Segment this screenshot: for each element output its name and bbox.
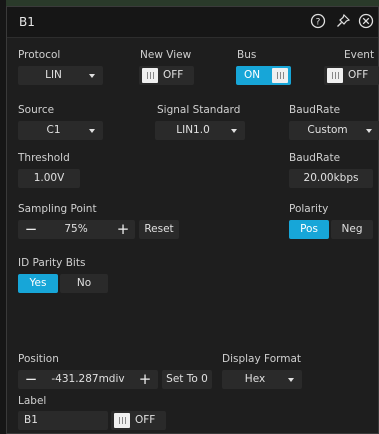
toggle-knob: [142, 68, 158, 83]
chevron-down-icon: [366, 129, 372, 133]
reset-button[interactable]: Reset: [139, 220, 179, 239]
new-view-toggle[interactable]: OFF: [139, 66, 194, 85]
protocol-dropdown[interactable]: LIN: [18, 66, 103, 85]
position-label: Position: [18, 353, 59, 365]
baudrate-dropdown[interactable]: Custom: [289, 121, 379, 140]
sampling-point-label: Sampling Point: [18, 203, 97, 215]
polarity-label: Polarity: [289, 203, 329, 215]
toggle-knob: [272, 68, 288, 83]
svg-text:?: ?: [316, 18, 321, 28]
toggle-knob: [114, 413, 130, 428]
label-input[interactable]: B1: [18, 411, 108, 430]
threshold-label: Threshold: [18, 152, 70, 164]
polarity-neg-option[interactable]: Neg: [331, 220, 373, 239]
baudrate-select-label: BaudRate: [289, 104, 341, 116]
label-state: OFF: [135, 414, 156, 426]
minus-icon[interactable]: −: [22, 370, 40, 389]
help-icon[interactable]: ?: [308, 13, 328, 31]
chevron-down-icon: [231, 129, 237, 133]
source-dropdown[interactable]: C1: [18, 121, 103, 140]
source-value: C1: [46, 124, 61, 136]
close-icon[interactable]: [356, 13, 376, 31]
title-bar: B1 ?: [7, 7, 378, 38]
bus-toggle[interactable]: ON: [236, 66, 291, 85]
window-title: B1: [19, 15, 35, 29]
baudrate-select-value: Custom: [307, 124, 348, 136]
signal-standard-label: Signal Standard: [157, 104, 241, 116]
new-view-label: New View: [140, 49, 192, 61]
threshold-input[interactable]: 1.00V: [18, 169, 80, 188]
sampling-point-value[interactable]: 75%: [48, 220, 104, 239]
set-to-zero-button[interactable]: Set To 0: [162, 370, 212, 389]
plus-icon[interactable]: +: [114, 220, 132, 239]
new-view-state: OFF: [163, 69, 184, 81]
label-field-label: Label: [18, 395, 47, 407]
id-parity-yes-option[interactable]: Yes: [18, 274, 58, 293]
event-label: Event: [344, 49, 375, 61]
sampling-point-stepper: − 75% +: [18, 220, 135, 239]
id-parity-label: ID Parity Bits: [18, 257, 86, 269]
event-state: OFF: [348, 69, 369, 81]
display-format-value: Hex: [244, 373, 266, 385]
minus-icon[interactable]: −: [22, 220, 40, 239]
baudrate-value-label: BaudRate: [289, 152, 341, 164]
chevron-down-icon: [89, 74, 95, 78]
chevron-down-icon: [89, 129, 95, 133]
display-format-dropdown[interactable]: Hex: [222, 370, 302, 389]
plus-icon[interactable]: +: [136, 370, 154, 389]
chevron-down-icon: [288, 378, 294, 382]
signal-standard-value: LIN1.0: [176, 124, 210, 136]
display-format-label: Display Format: [222, 353, 302, 365]
baudrate-value-input[interactable]: 20.00kbps: [289, 169, 373, 188]
protocol-value: LIN: [45, 69, 62, 81]
position-stepper: − -431.287mdiv +: [18, 370, 158, 389]
decode-settings-panel: B1 ? Protocol LIN New View OFF Bus ON Ev…: [6, 6, 379, 434]
toggle-knob: [327, 68, 343, 83]
bus-state: ON: [244, 69, 261, 81]
id-parity-no-option[interactable]: No: [60, 274, 108, 293]
protocol-label: Protocol: [18, 49, 61, 61]
bus-label: Bus: [237, 49, 257, 61]
label-toggle[interactable]: OFF: [111, 411, 166, 430]
pin-icon[interactable]: [333, 13, 353, 31]
polarity-pos-option[interactable]: Pos: [289, 220, 329, 239]
signal-standard-dropdown[interactable]: LIN1.0: [155, 121, 245, 140]
event-toggle[interactable]: OFF: [324, 66, 379, 85]
source-label: Source: [18, 104, 55, 116]
position-value[interactable]: -431.287mdiv: [42, 370, 134, 389]
